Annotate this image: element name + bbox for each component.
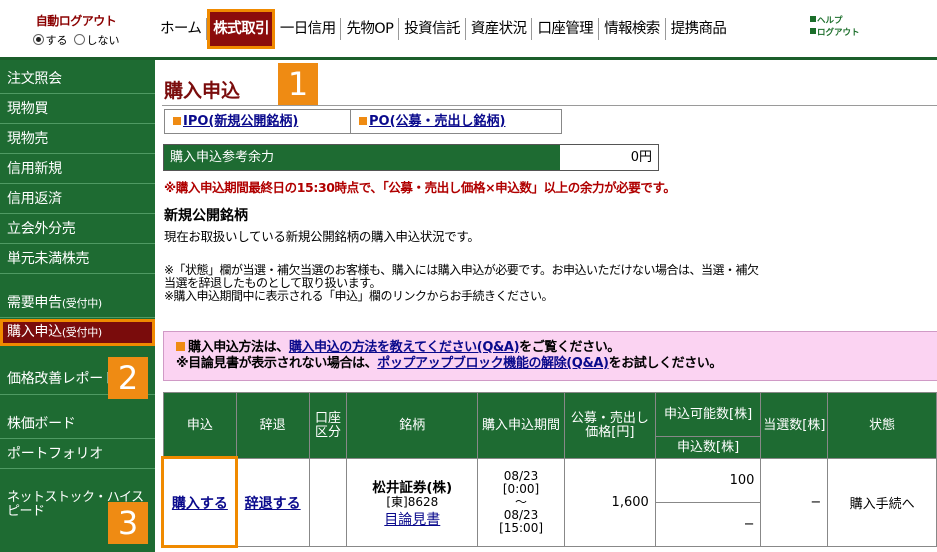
callout-badge-3: 3: [108, 502, 148, 544]
sidebar-item-cash-sell[interactable]: 現物売: [0, 124, 155, 154]
auto-logout-panel: 自動ログアウト する しない: [0, 0, 152, 57]
callout-badge-1: 1: [278, 63, 318, 105]
decline-cell: 辞退する: [235, 458, 310, 547]
radio-checked-icon: [32, 34, 44, 45]
nav-home[interactable]: ホーム: [155, 17, 208, 40]
sidebar-item-purchase-application[interactable]: 購入申込(受付中): [0, 319, 155, 346]
col-header-status: 状態: [827, 392, 937, 459]
balance-box: 購入申込参考余力 0円: [163, 144, 659, 171]
notes: ※「状態」欄が当選・補欠当選のお客様も、購入には購入申込が必要です。お申込いただ…: [164, 264, 934, 303]
sidebar-item-margin-new[interactable]: 信用新規: [0, 154, 155, 184]
won-cell: −: [760, 458, 829, 547]
auto-logout-on-radio[interactable]: する: [32, 32, 68, 48]
info-line-2: ※目論見書が表示されない場合は、ポップアップブロック機能の解除(Q&A)をお試し…: [176, 356, 722, 371]
nav-day-margin[interactable]: 一日信用: [275, 17, 342, 40]
screen: 自動ログアウト する しない ホーム 株式取引 一日信用 先物OP 投資信託 資…: [0, 0, 937, 552]
issue-name: 松井証券(株): [372, 480, 453, 496]
sidebar-item-odd-lot-sell[interactable]: 単元未満株売: [0, 244, 155, 274]
balance-label: 購入申込参考余力: [164, 145, 560, 170]
col-header-decline: 辞退: [235, 392, 310, 459]
radio-unchecked-icon: [73, 34, 85, 45]
sidebar-item-cash-buy[interactable]: 現物買: [0, 94, 155, 124]
sidebar-item-off-floor[interactable]: 立会外分売: [0, 214, 155, 244]
col-header-apply: 申込: [163, 392, 237, 459]
auto-logout-options: する しない: [0, 32, 152, 48]
col-header-available: 申込可能数[株]: [654, 392, 762, 437]
issue-code: [東]8628: [386, 495, 439, 509]
main-content: 購入申込 IPO(新規公開銘柄) PO(公募・売出し銘柄) 購入申込参考余力 0…: [155, 60, 937, 552]
main-nav: ホーム 株式取引 一日信用 先物OP 投資信託 資産状況 口座管理 情報検索 提…: [155, 0, 731, 57]
nav-partner-products[interactable]: 提携商品: [666, 18, 732, 40]
popup-block-qa-link[interactable]: ポップアップブロック機能の解除(Q&A): [377, 356, 609, 371]
square-bullet-icon: [176, 342, 185, 351]
logout-link[interactable]: ログアウト: [810, 27, 860, 39]
sidebar-item-stock-board[interactable]: 株価ボード: [0, 409, 155, 439]
nav-account[interactable]: 口座管理: [532, 17, 600, 40]
square-bullet-icon: [810, 28, 816, 34]
col-header-period: 購入申込期間: [477, 392, 565, 459]
info-box: 購入申込方法は、購入申込の方法を教えてください(Q&A)をご覧ください。 ※目論…: [163, 331, 937, 381]
deadline-warning: ※購入申込期間最終日の15:30時点で、「公募・売出し価格×申込数」以上の余力が…: [164, 180, 676, 195]
main-inner: 購入申込 IPO(新規公開銘柄) PO(公募・売出し銘柄) 購入申込参考余力 0…: [155, 60, 937, 552]
col-header-account: 口座区分: [308, 392, 348, 459]
account-cell: [308, 458, 348, 547]
ipo-table: 申込 辞退 口座区分 銘柄 購入申込期間 公募・売出し価格[円] 申込可能数[株…: [163, 392, 937, 547]
top-bar: 自動ログアウト する しない ホーム 株式取引 一日信用 先物OP 投資信託 資…: [0, 0, 937, 60]
howto-qa-link[interactable]: 購入申込の方法を教えてください(Q&A): [289, 340, 520, 355]
nav-assets[interactable]: 資産状況: [466, 17, 533, 40]
issue-cell: 松井証券(株) [東]8628 目論見書: [346, 458, 479, 547]
sidebar-item-margin-close[interactable]: 信用返済: [0, 184, 155, 214]
sidebar: 注文照会 現物買 現物売 信用新規 信用返済 立会外分売 単元未満株売 需要申告…: [0, 60, 155, 552]
quantity-cell: −: [654, 502, 762, 547]
page-title: 購入申込: [164, 80, 241, 102]
tab-po[interactable]: PO(公募・売出し銘柄): [350, 110, 561, 133]
auto-logout-off-radio[interactable]: しない: [73, 32, 120, 48]
callout-badge-2: 2: [108, 357, 148, 399]
table-row: 購入する 辞退する 松井証券(株) [東]8628 目論見書 08/23 [0:…: [163, 458, 937, 547]
section-description: 現在お取扱いしている新規公開銘柄の購入申込状況です。: [164, 229, 480, 244]
col-header-issue: 銘柄: [346, 392, 479, 459]
nav-stock-trading[interactable]: 株式取引: [207, 8, 275, 49]
help-links: ヘルプ ログアウト: [810, 15, 860, 39]
title-divider: [162, 105, 937, 106]
nav-info-search[interactable]: 情報検索: [599, 17, 666, 40]
col-header-quantity: 申込数[株]: [654, 436, 762, 459]
sidebar-item-portfolio[interactable]: ポートフォリオ: [0, 439, 155, 469]
section-heading: 新規公開銘柄: [164, 208, 248, 224]
balance-value: 0円: [630, 150, 652, 165]
auto-logout-title: 自動ログアウト: [35, 14, 117, 28]
sidebar-item-order-inquiry[interactable]: 注文照会: [0, 64, 155, 94]
period-end-time: [15:00]: [499, 521, 544, 535]
decline-link[interactable]: 辞退する: [245, 496, 301, 512]
square-bullet-icon: [173, 117, 181, 125]
available-cell: 100: [654, 458, 762, 503]
price-cell: 1,600: [563, 458, 656, 547]
tab-ipo[interactable]: IPO(新規公開銘柄): [165, 110, 350, 133]
status-cell: 購入手続へ: [827, 458, 937, 547]
nav-investment-trust[interactable]: 投資信託: [399, 17, 466, 40]
prospectus-link[interactable]: 目論見書: [347, 509, 477, 529]
col-header-won: 当選数[株]: [760, 392, 829, 459]
purchase-highlight-box: [161, 456, 238, 548]
square-bullet-icon: [359, 117, 367, 125]
note-line: ※購入申込期間中に表示される「申込」欄のリンクからお手続きください。: [164, 289, 554, 303]
help-link[interactable]: ヘルプ: [810, 15, 860, 27]
offering-tabs: IPO(新規公開銘柄) PO(公募・売出し銘柄): [164, 109, 562, 134]
info-line-1: 購入申込方法は、購入申込の方法を教えてください(Q&A)をご覧ください。: [176, 340, 925, 356]
sidebar-item-demand-declaration[interactable]: 需要申告(受付中): [0, 288, 155, 318]
period-cell: 08/23 [0:00] 〜 08/23 [15:00]: [477, 458, 565, 547]
col-header-price: 公募・売出し価格[円]: [563, 392, 656, 459]
square-bullet-icon: [810, 16, 816, 22]
nav-futures-options[interactable]: 先物OP: [341, 17, 400, 40]
